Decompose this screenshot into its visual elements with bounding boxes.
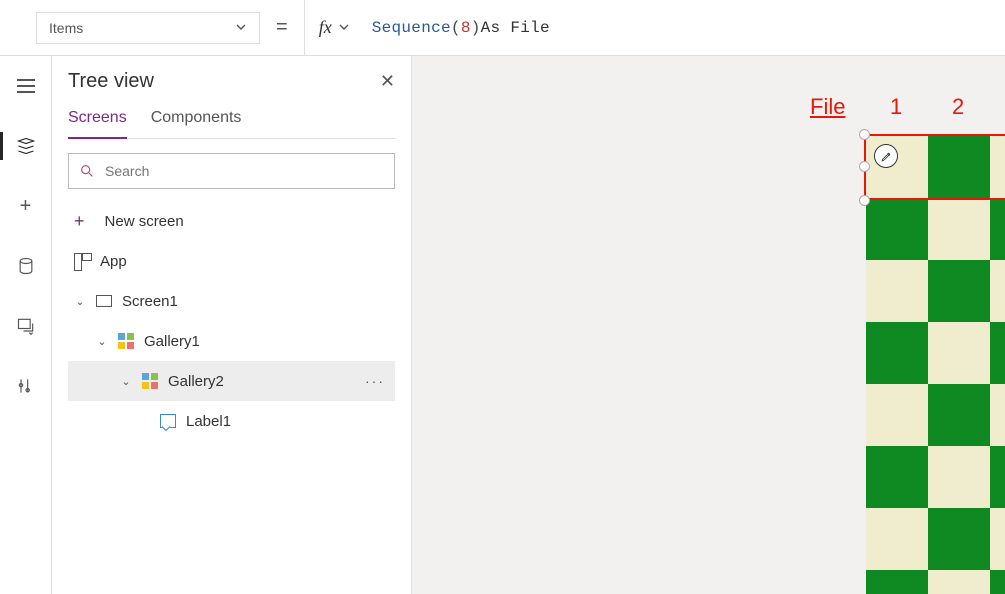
left-rail: + xyxy=(0,56,52,594)
chevron-down-icon[interactable]: ⌄ xyxy=(120,375,132,388)
new-screen-label: New screen xyxy=(105,213,385,230)
board-square xyxy=(928,136,990,198)
board-square xyxy=(990,446,1005,508)
board-square xyxy=(928,322,990,384)
board-square xyxy=(990,570,1005,594)
board-square xyxy=(928,508,990,570)
board-square xyxy=(866,384,928,446)
panel-tabs: Screens Components xyxy=(68,109,395,139)
board-square xyxy=(990,322,1005,384)
data-icon[interactable] xyxy=(0,248,52,284)
gallery-icon xyxy=(142,373,158,389)
board-square xyxy=(990,260,1005,322)
annotation-num: 2 xyxy=(952,94,964,120)
search-icon xyxy=(79,163,95,179)
tree-panel: Tree view ✕ Screens Components + New scr… xyxy=(52,56,412,594)
board-square xyxy=(928,198,990,260)
board-square xyxy=(866,198,928,260)
tree-item-screen1[interactable]: ⌄ Screen1 xyxy=(68,281,395,321)
board-square xyxy=(866,446,928,508)
gallery-icon xyxy=(118,333,134,349)
annotation-num: 1 xyxy=(890,94,902,120)
chevron-down-icon[interactable]: ⌄ xyxy=(96,335,108,348)
board-square xyxy=(928,260,990,322)
equals-sign: = xyxy=(270,16,294,39)
canvas[interactable]: File 1 2 3 4 5 6 7 8 xyxy=(412,56,1005,594)
board-square xyxy=(866,260,928,322)
panel-title: Tree view xyxy=(68,70,154,93)
chevron-down-icon[interactable] xyxy=(338,20,350,36)
search-input[interactable] xyxy=(68,153,395,189)
tree-item-gallery1[interactable]: ⌄ Gallery1 xyxy=(68,321,395,361)
formula-token-close: ) xyxy=(471,19,481,37)
board-square xyxy=(866,508,928,570)
board-square xyxy=(990,198,1005,260)
tree-view-icon[interactable] xyxy=(0,128,52,164)
formula-token-rest: As File xyxy=(481,19,550,37)
formula-token-fn: Sequence xyxy=(372,19,451,37)
board-square xyxy=(990,384,1005,446)
board-square xyxy=(990,508,1005,570)
close-icon[interactable]: ✕ xyxy=(380,71,395,92)
tree-label: Gallery2 xyxy=(168,373,355,390)
formula-token-num: 8 xyxy=(461,19,471,37)
tab-screens[interactable]: Screens xyxy=(68,109,127,139)
resize-handle-sw[interactable] xyxy=(859,195,870,206)
plus-icon: + xyxy=(74,211,85,232)
media-icon[interactable] xyxy=(0,308,52,344)
body: + Tree view ✕ Screens Components xyxy=(0,56,1005,594)
formula-bar: Items = fx Sequence(8) As File xyxy=(0,0,1005,56)
tree-item-label1[interactable]: Label1 xyxy=(68,401,395,441)
chevron-down-icon xyxy=(235,20,247,36)
search-field[interactable] xyxy=(103,162,384,180)
formula-input[interactable]: Sequence(8) As File xyxy=(360,0,1005,56)
edit-template-button[interactable] xyxy=(874,144,898,168)
tree-label: Screen1 xyxy=(122,293,385,310)
annotation-file: File xyxy=(810,94,845,120)
property-dropdown[interactable]: Items xyxy=(36,12,260,44)
resize-handle-nw[interactable] xyxy=(859,129,870,140)
app-root: Items = fx Sequence(8) As File + xyxy=(0,0,1005,594)
pencil-icon xyxy=(880,150,893,163)
board-square xyxy=(928,384,990,446)
tree-item-app[interactable]: App xyxy=(68,241,395,281)
settings-icon[interactable] xyxy=(0,368,52,404)
tree: + New screen App ⌄ Screen1 ⌄ Gallery1 xyxy=(68,201,395,441)
fx-box: fx xyxy=(304,0,350,56)
screen-icon xyxy=(96,293,112,309)
more-icon[interactable]: ··· xyxy=(365,373,385,389)
tree-label: Gallery1 xyxy=(144,333,385,350)
app-icon xyxy=(74,253,90,269)
board-square xyxy=(866,570,928,594)
tree-item-gallery2[interactable]: ⌄ Gallery2 ··· xyxy=(68,361,395,401)
chevron-down-icon[interactable]: ⌄ xyxy=(74,295,86,308)
formula-token-open: ( xyxy=(451,19,461,37)
chessboard xyxy=(866,136,1005,594)
insert-icon[interactable]: + xyxy=(0,188,52,224)
hamburger-icon[interactable] xyxy=(0,68,52,104)
property-dropdown-label: Items xyxy=(49,20,83,36)
tree-label: App xyxy=(100,253,385,270)
tree-label: Label1 xyxy=(186,413,385,430)
board-square xyxy=(928,570,990,594)
fx-label: fx xyxy=(319,17,332,38)
board-square xyxy=(928,446,990,508)
resize-handle-w[interactable] xyxy=(859,161,870,172)
new-screen-button[interactable]: + New screen xyxy=(68,201,395,241)
board-square xyxy=(866,322,928,384)
board-square xyxy=(990,136,1005,198)
board-square xyxy=(866,136,928,198)
label-icon xyxy=(160,413,176,429)
tab-components[interactable]: Components xyxy=(151,109,242,138)
